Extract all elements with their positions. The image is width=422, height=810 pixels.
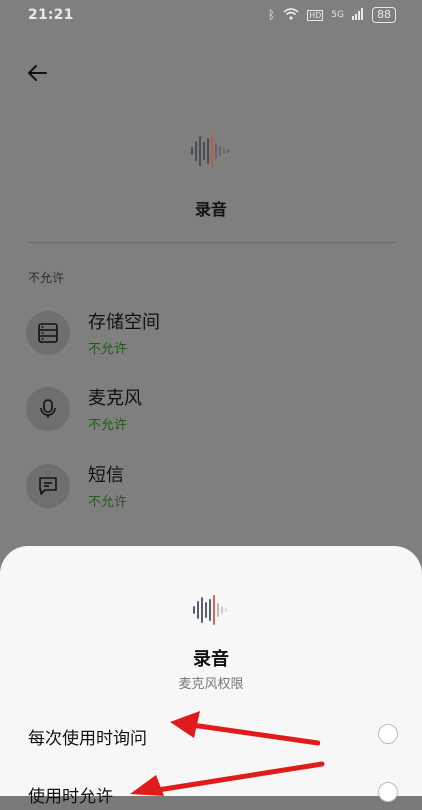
sheet-subtitle: 麦克风权限 (178, 677, 244, 692)
permission-name: 存储空间 (88, 312, 160, 333)
storage-icon (26, 311, 70, 355)
permission-item-microphone[interactable]: 麦克风 不允许 (26, 381, 396, 441)
radio-button[interactable] (378, 782, 398, 802)
sms-icon (26, 464, 70, 508)
permission-name: 麦克风 (88, 388, 142, 409)
signal-icon (352, 7, 364, 23)
permission-status: 不允许 (88, 342, 128, 357)
permission-item-storage[interactable]: 存储空间 不允许 (26, 305, 396, 365)
annotation-arrow (130, 761, 325, 796)
status-icons: ᛒ HD 5G 88 (268, 7, 396, 23)
option-label: 每次使用时询问 (28, 729, 147, 749)
microphone-icon (26, 387, 70, 431)
recorder-app-icon (186, 126, 236, 176)
status-time: 21:21 (28, 7, 74, 23)
wifi-icon (283, 7, 299, 23)
app-title: 录音 (194, 200, 227, 219)
app-permission-screen: 21:21 ᛒ HD 5G 88 录音 不允许 存储空间 不允许 麦克风 不允许… (0, 0, 422, 807)
divider (27, 242, 397, 243)
permission-status: 不允许 (88, 418, 128, 433)
option-label: 使用时允许 (28, 787, 113, 807)
recorder-app-icon (186, 592, 236, 628)
hd-icon: HD (307, 9, 324, 21)
permission-bottom-sheet: 录音 麦克风权限 每次使用时询问 使用时允许 (0, 546, 422, 807)
section-label-denied: 不允许 (28, 271, 65, 285)
battery-level: 88 (372, 7, 396, 23)
sheet-title: 录音 (193, 649, 229, 670)
network-label: 5G (331, 10, 344, 20)
bluetooth-icon: ᛒ (267, 8, 276, 22)
back-button[interactable] (25, 61, 49, 85)
status-bar: 21:21 ᛒ HD 5G 88 (0, 0, 422, 30)
radio-button[interactable] (378, 724, 398, 744)
back-arrow-icon (28, 65, 47, 81)
permission-status: 不允许 (88, 495, 128, 510)
permission-name: 短信 (88, 465, 124, 486)
annotation-arrow (170, 711, 320, 746)
permission-item-sms[interactable]: 短信 不允许 (26, 458, 396, 518)
